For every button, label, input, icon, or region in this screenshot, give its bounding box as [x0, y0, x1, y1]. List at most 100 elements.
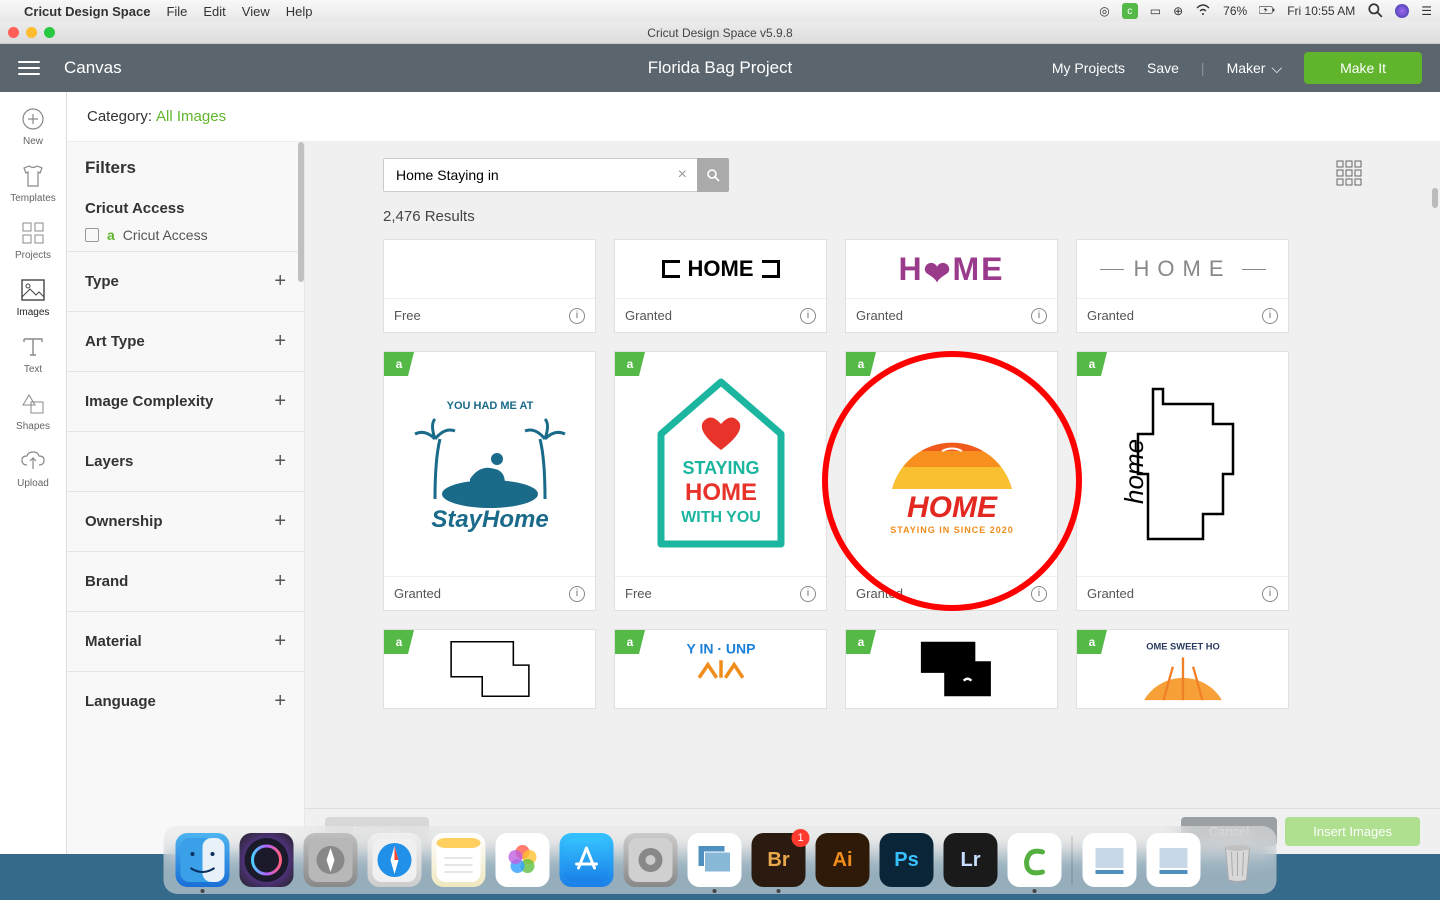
airplay-icon[interactable]: ▭ [1150, 4, 1161, 18]
filter-row-ownership[interactable]: Ownership+ [67, 491, 304, 551]
dock-mail[interactable] [1147, 833, 1201, 887]
grid-size-toggle[interactable] [1336, 160, 1362, 191]
search-input[interactable] [383, 158, 706, 192]
dock-lightroom[interactable]: Lr [944, 833, 998, 887]
dock-textedit[interactable] [1083, 833, 1137, 887]
nav-label: Upload [17, 478, 49, 489]
battery-icon[interactable] [1259, 2, 1275, 21]
filter-row-brand[interactable]: Brand+ [67, 551, 304, 611]
window-traffic-lights [8, 27, 55, 38]
card-footer: Grantedi [846, 576, 1057, 610]
results-area: × 2,476 Results FreeiHOMEGrantediH❤MEGra… [305, 142, 1440, 854]
my-projects-link[interactable]: My Projects [1052, 60, 1125, 76]
dock-safari[interactable] [368, 833, 422, 887]
image-card[interactable]: a [845, 629, 1058, 709]
notifications-icon[interactable]: ☰ [1421, 4, 1432, 18]
canvas-link[interactable]: Canvas [64, 58, 122, 78]
image-card[interactable]: aOME SWEET HO [1076, 629, 1289, 709]
card-status: Free [394, 308, 421, 323]
card-footer: Grantedi [384, 576, 595, 610]
dock-finder[interactable] [176, 833, 230, 887]
nav-upload[interactable]: Upload [17, 448, 49, 489]
siri-menubar-icon[interactable] [1395, 4, 1409, 18]
info-icon[interactable]: i [1262, 308, 1278, 324]
nav-label: Text [24, 364, 42, 375]
status-icon-1[interactable]: ◎ [1099, 4, 1109, 18]
image-card[interactable]: a [383, 629, 596, 709]
expand-icon: + [274, 390, 286, 413]
expand-icon: + [274, 630, 286, 653]
image-card[interactable]: Free i [383, 239, 596, 333]
image-card[interactable]: H❤MEGrantedi [845, 239, 1058, 333]
filter-row-language[interactable]: Language+ [67, 671, 304, 731]
spotlight-icon[interactable] [1367, 2, 1383, 21]
nav-shapes[interactable]: Shapes [16, 391, 50, 432]
dock-cricut[interactable] [1008, 833, 1062, 887]
machine-selector[interactable]: Maker ⌵ [1227, 60, 1283, 77]
menu-view[interactable]: View [242, 4, 270, 19]
dock-photos[interactable] [496, 833, 550, 887]
nav-new[interactable]: New [20, 106, 46, 147]
info-icon[interactable]: i [569, 308, 585, 324]
cricut-menubar-icon[interactable]: c [1122, 3, 1138, 19]
search-button[interactable] [697, 158, 729, 192]
dock-preview[interactable] [688, 833, 742, 887]
info-icon[interactable]: i [800, 586, 816, 602]
dock-settings[interactable] [624, 833, 678, 887]
nav-text[interactable]: Text [20, 334, 46, 375]
filter-row-material[interactable]: Material+ [67, 611, 304, 671]
window-maximize-button[interactable] [44, 27, 55, 38]
nav-templates[interactable]: Templates [10, 163, 56, 204]
dock-launchpad[interactable] [304, 833, 358, 887]
save-button[interactable]: Save [1147, 60, 1179, 76]
image-card[interactable]: aSTAYINGHOMEWITH YOUFreei [614, 351, 827, 611]
nav-projects[interactable]: Projects [15, 220, 51, 261]
image-card[interactable]: aYOU HAD ME ATStayHomeGrantedi [383, 351, 596, 611]
checkbox-icon[interactable] [85, 228, 99, 242]
category-value[interactable]: All Images [156, 108, 226, 125]
expand-icon: + [274, 450, 286, 473]
dock-bridge[interactable]: Br1 [752, 833, 806, 887]
info-icon[interactable]: i [1031, 586, 1047, 602]
dock-notes[interactable] [432, 833, 486, 887]
image-card[interactable]: HOMEGrantedi [1076, 239, 1289, 333]
dock-app-store[interactable] [560, 833, 614, 887]
menubar-app-name[interactable]: Cricut Design Space [24, 4, 150, 19]
clear-search-icon[interactable]: × [678, 166, 687, 184]
filter-row-image-complexity[interactable]: Image Complexity+ [67, 371, 304, 431]
dock-illustrator[interactable]: Ai [816, 833, 870, 887]
category-label: Category: [87, 108, 152, 125]
image-card[interactable]: aY IN · UNP [614, 629, 827, 709]
nav-label: Images [17, 307, 50, 318]
filter-row-art-type[interactable]: Art Type+ [67, 311, 304, 371]
insert-images-button[interactable]: Insert Images [1285, 817, 1420, 846]
menu-help[interactable]: Help [286, 4, 313, 19]
dock-trash[interactable] [1211, 833, 1265, 887]
window-minimize-button[interactable] [26, 27, 37, 38]
wifi-icon[interactable] [1195, 2, 1211, 21]
menu-edit[interactable]: Edit [203, 4, 225, 19]
filter-row-layers[interactable]: Layers+ [67, 431, 304, 491]
scrollbar[interactable] [1432, 188, 1438, 208]
image-card[interactable]: aHOMESTAYING IN SINCE 2020Grantedi [845, 351, 1058, 611]
results-count: 2,476 Results [305, 202, 1440, 239]
window-close-button[interactable] [8, 27, 19, 38]
info-icon[interactable]: i [1262, 586, 1278, 602]
dock-siri[interactable] [240, 833, 294, 887]
filter-label: Art Type [85, 333, 145, 350]
nav-images[interactable]: Images [17, 277, 50, 318]
menu-file[interactable]: File [166, 4, 187, 19]
info-icon[interactable]: i [569, 586, 585, 602]
dock-photoshop[interactable]: Ps [880, 833, 934, 887]
clock[interactable]: Fri 10:55 AM [1287, 4, 1355, 18]
image-card[interactable]: ahomeGrantedi [1076, 351, 1289, 611]
info-icon[interactable]: i [800, 308, 816, 324]
sync-icon[interactable]: ⊕ [1173, 4, 1183, 18]
image-card[interactable]: HOMEGrantedi [614, 239, 827, 333]
info-icon[interactable]: i [1031, 308, 1047, 324]
dock-separator [1072, 836, 1073, 884]
access-checkbox-row[interactable]: a Cricut Access [85, 227, 286, 243]
make-it-button[interactable]: Make It [1304, 52, 1422, 84]
filter-row-type[interactable]: Type+ [67, 251, 304, 311]
menu-toggle-button[interactable] [18, 61, 40, 75]
